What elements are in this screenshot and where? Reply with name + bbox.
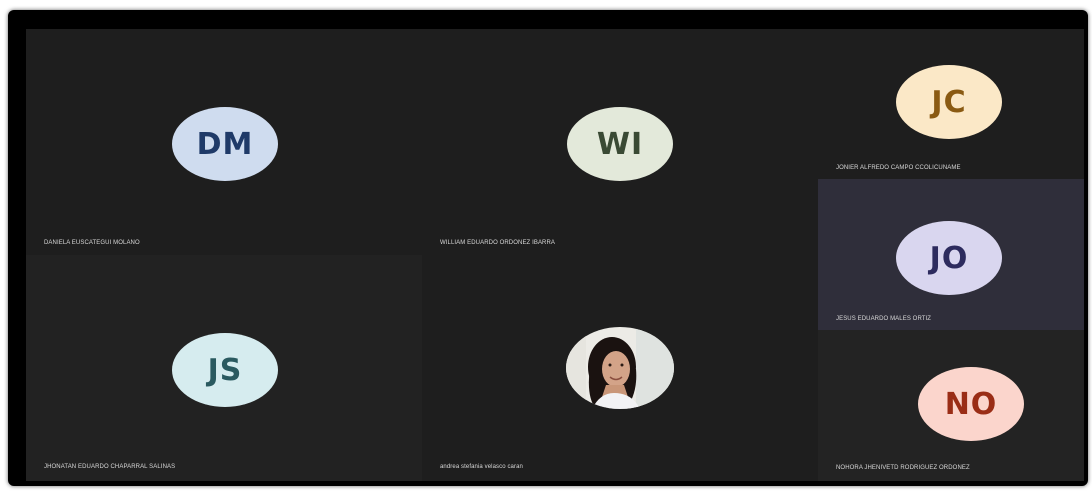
participant-tile-dm[interactable]: DM DANIELA EUSCATEGUI MOLANO bbox=[26, 29, 422, 255]
participant-name: NOHORA JHENIVETD RODRIGUEZ ORDONEZ bbox=[836, 465, 970, 471]
participant-name: JONIER ALFREDO CAMPO CCOLICUNAME bbox=[836, 165, 961, 171]
participant-tile-no[interactable]: NO NOHORA JHENIVETD RODRIGUEZ ORDONEZ bbox=[818, 330, 1084, 481]
participant-tile-jc[interactable]: JC JONIER ALFREDO CAMPO CCOLICUNAME bbox=[818, 29, 1084, 179]
participant-name: DANIELA EUSCATEGUI MOLANO bbox=[44, 240, 140, 246]
participant-tile-jo[interactable]: JO JESUS EDUARDO MALES ORTIZ bbox=[818, 179, 1084, 330]
participant-name: andrea stefania velasco caran bbox=[440, 464, 523, 470]
profile-photo bbox=[566, 327, 674, 409]
avatar: JC bbox=[896, 65, 1002, 139]
avatar: JS bbox=[172, 333, 278, 407]
avatar: DM bbox=[172, 107, 278, 181]
participant-tile-photo[interactable]: andrea stefania velasco caran bbox=[422, 255, 818, 481]
participant-name: JHONATAN EDUARDO CHAPARRAL SALINAS bbox=[44, 464, 176, 470]
participant-grid: DM DANIELA EUSCATEGUI MOLANO WI WILLIAM … bbox=[26, 29, 1084, 481]
avatar: WI bbox=[567, 107, 673, 181]
participant-tile-js[interactable]: JS JHONATAN EDUARDO CHAPARRAL SALINAS bbox=[26, 255, 422, 481]
avatar: JO bbox=[896, 221, 1002, 295]
participant-name: WILLIAM EDUARDO ORDONEZ IBARRA bbox=[440, 240, 556, 246]
participant-name: JESUS EDUARDO MALES ORTIZ bbox=[836, 316, 932, 322]
participant-tile-wi[interactable]: WI WILLIAM EDUARDO ORDONEZ IBARRA bbox=[422, 29, 818, 255]
profile-photo-image bbox=[566, 327, 674, 409]
avatar: NO bbox=[918, 367, 1024, 441]
